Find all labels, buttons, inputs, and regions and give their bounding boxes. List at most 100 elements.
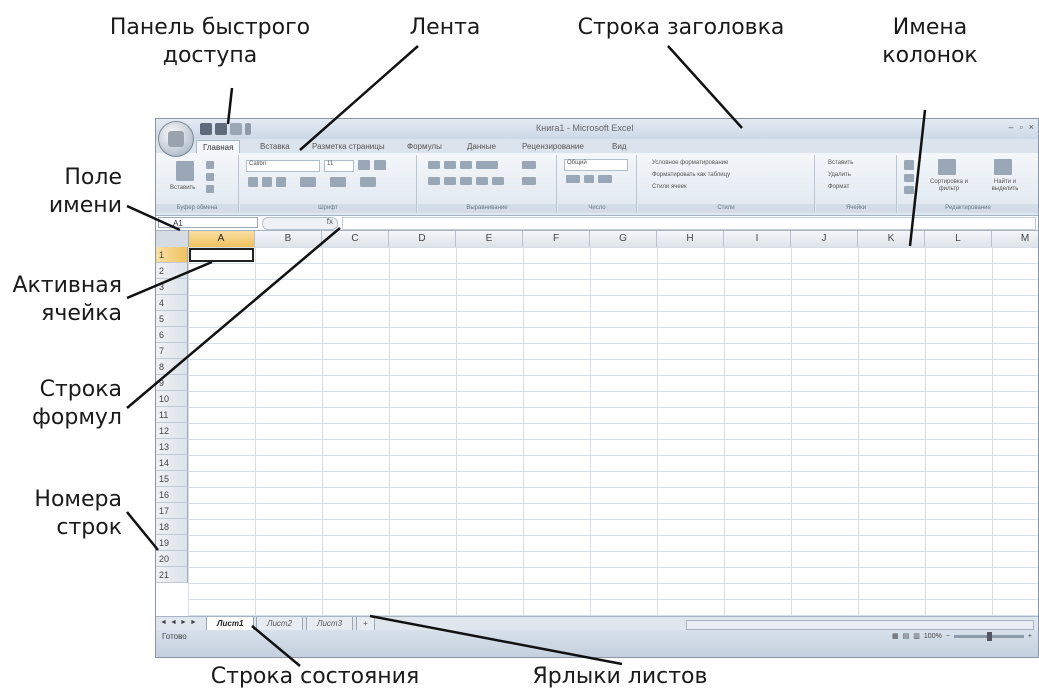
horizontal-scrollbar[interactable] [686, 620, 1034, 630]
indent-increase-icon[interactable] [492, 177, 504, 185]
column-header-l[interactable]: L [925, 231, 992, 247]
row-header-9[interactable]: 9 [156, 375, 188, 391]
minimize-button[interactable]: – [1009, 122, 1014, 132]
tab-data[interactable]: Данные [461, 140, 502, 153]
grow-font-icon[interactable] [358, 160, 370, 170]
row-header-5[interactable]: 5 [156, 311, 188, 327]
column-header-b[interactable]: B [255, 231, 322, 247]
align-middle-icon[interactable] [444, 161, 456, 169]
tab-review[interactable]: Рецензирование [516, 140, 590, 153]
row-header-6[interactable]: 6 [156, 327, 188, 343]
row-header-18[interactable]: 18 [156, 519, 188, 535]
row-header-1[interactable]: 1 [156, 247, 188, 263]
indent-decrease-icon[interactable] [476, 177, 488, 185]
save-icon[interactable] [200, 123, 212, 135]
office-button[interactable] [158, 121, 194, 157]
find-select-button[interactable]: Найти и выделить [980, 179, 1030, 193]
row-header-2[interactable]: 2 [156, 263, 188, 279]
percent-icon[interactable] [584, 175, 594, 183]
wrap-text-icon[interactable] [522, 161, 536, 169]
sheet-tab-3[interactable]: Лист3 [306, 617, 354, 631]
orientation-icon[interactable] [476, 161, 498, 169]
row-header-10[interactable]: 10 [156, 391, 188, 407]
row-header-16[interactable]: 16 [156, 487, 188, 503]
column-header-h[interactable]: H [657, 231, 724, 247]
active-cell[interactable] [189, 248, 254, 262]
column-header-a[interactable]: A [188, 231, 255, 247]
column-header-k[interactable]: K [858, 231, 925, 247]
normal-view-icon[interactable]: ▦ [892, 632, 899, 640]
fill-icon[interactable] [904, 174, 914, 182]
prev-sheet-icon[interactable]: ◄ [170, 619, 177, 626]
row-header-3[interactable]: 3 [156, 279, 188, 295]
tab-page-layout[interactable]: Разметка страницы [306, 140, 391, 153]
zoom-level[interactable]: 100% [924, 633, 942, 640]
format-painter-icon[interactable] [206, 185, 214, 193]
redo-icon[interactable] [230, 123, 242, 135]
font-size-select[interactable]: 11 [324, 160, 354, 172]
sort-filter-button[interactable]: Сортировка и фильтр [924, 179, 974, 193]
clear-icon[interactable] [904, 186, 914, 194]
column-header-i[interactable]: I [724, 231, 791, 247]
column-header-e[interactable]: E [456, 231, 523, 247]
currency-icon[interactable] [566, 175, 580, 183]
name-box[interactable]: A1 [158, 217, 258, 228]
italic-icon[interactable] [262, 177, 272, 187]
align-left-icon[interactable] [428, 177, 440, 185]
binoculars-icon[interactable] [994, 159, 1012, 175]
select-all-button[interactable] [156, 231, 189, 247]
last-sheet-icon[interactable]: ► [190, 619, 197, 626]
row-header-21[interactable]: 21 [156, 567, 188, 583]
next-sheet-icon[interactable]: ► [180, 619, 187, 626]
number-format-select[interactable]: Общий [564, 159, 628, 171]
row-header-19[interactable]: 19 [156, 535, 188, 551]
row-header-13[interactable]: 13 [156, 439, 188, 455]
format-as-table-button[interactable]: Форматировать как таблицу [652, 172, 730, 178]
conditional-formatting-button[interactable]: Условное форматирование [652, 160, 728, 166]
comma-style-icon[interactable] [598, 175, 612, 183]
delete-cells-button[interactable]: Удалить [828, 172, 851, 178]
shrink-font-icon[interactable] [374, 160, 386, 170]
bold-icon[interactable] [248, 177, 258, 187]
row-header-17[interactable]: 17 [156, 503, 188, 519]
page-layout-view-icon[interactable]: ▤ [903, 632, 910, 640]
formula-input[interactable] [342, 217, 1036, 230]
insert-sheet-icon[interactable]: + [356, 617, 375, 631]
row-header-4[interactable]: 4 [156, 295, 188, 311]
sort-filter-icon[interactable] [938, 159, 956, 175]
customize-qat-icon[interactable] [245, 123, 251, 135]
zoom-out-icon[interactable]: − [946, 633, 950, 640]
page-break-view-icon[interactable]: ▥ [913, 632, 920, 640]
row-header-8[interactable]: 8 [156, 359, 188, 375]
cut-icon[interactable] [206, 161, 214, 169]
sheet-tab-1[interactable]: Лист1 [206, 617, 255, 631]
close-button[interactable]: × [1029, 122, 1034, 132]
row-header-11[interactable]: 11 [156, 407, 188, 423]
fx-button[interactable]: fx [262, 217, 338, 230]
copy-icon[interactable] [206, 173, 214, 181]
cells-area[interactable] [188, 247, 1038, 616]
align-bottom-icon[interactable] [460, 161, 472, 169]
undo-icon[interactable] [215, 123, 227, 135]
tab-formulas[interactable]: Формулы [401, 140, 448, 153]
zoom-slider[interactable] [953, 631, 1024, 641]
zoom-slider-knob[interactable] [986, 631, 992, 641]
row-header-12[interactable]: 12 [156, 423, 188, 439]
row-header-14[interactable]: 14 [156, 455, 188, 471]
row-header-20[interactable]: 20 [156, 551, 188, 567]
zoom-in-icon[interactable]: + [1028, 633, 1032, 640]
column-header-f[interactable]: F [523, 231, 590, 247]
font-name-select[interactable]: Calibri [246, 160, 320, 172]
tab-insert[interactable]: Вставка [254, 140, 296, 153]
paste-button[interactable]: Вставить [170, 185, 195, 191]
row-header-7[interactable]: 7 [156, 343, 188, 359]
column-header-g[interactable]: G [590, 231, 657, 247]
paste-icon[interactable] [176, 161, 194, 181]
underline-icon[interactable] [276, 177, 286, 187]
format-cells-button[interactable]: Формат [828, 184, 849, 190]
cell-styles-button[interactable]: Стили ячеек [652, 184, 687, 190]
font-color-icon[interactable] [360, 177, 376, 187]
column-header-m[interactable]: M [992, 231, 1038, 247]
tab-home[interactable]: Главная [196, 140, 241, 154]
align-top-icon[interactable] [428, 161, 440, 169]
